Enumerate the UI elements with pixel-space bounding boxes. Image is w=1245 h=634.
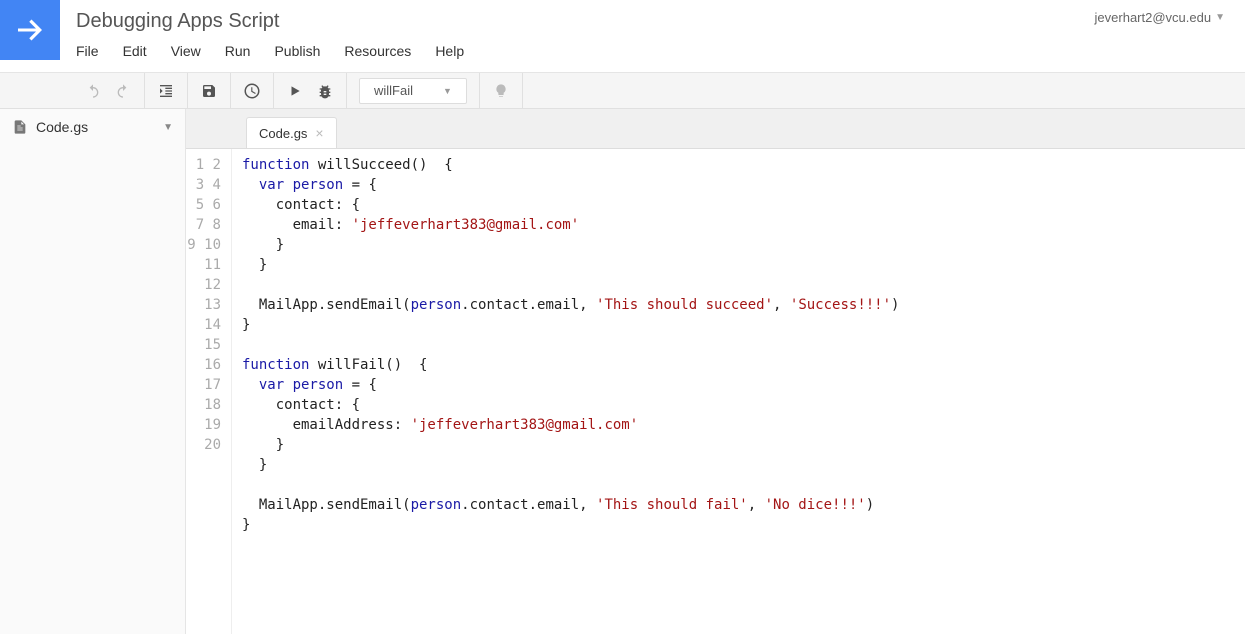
play-icon (288, 84, 302, 98)
file-icon (12, 119, 28, 135)
body: Code.gs ▼ Code.gs × 1 2 3 4 5 6 7 8 9 10… (0, 109, 1245, 634)
project-title[interactable]: Debugging Apps Script (76, 0, 1095, 39)
code-editor[interactable]: 1 2 3 4 5 6 7 8 9 10 11 12 13 14 15 16 1… (186, 149, 1245, 634)
toolbar: willFail ▼ (0, 73, 1245, 109)
clock-icon (243, 82, 261, 100)
caret-down-icon: ▼ (1215, 12, 1225, 23)
function-select[interactable]: willFail ▼ (359, 78, 467, 104)
close-icon[interactable]: × (315, 125, 323, 141)
indent-button[interactable] (151, 77, 181, 105)
caret-down-icon: ▼ (443, 86, 452, 96)
triggers-button[interactable] (237, 77, 267, 105)
apps-script-logo[interactable] (0, 0, 60, 60)
undo-icon (85, 83, 101, 99)
hint-button[interactable] (486, 77, 516, 105)
editor-tab[interactable]: Code.gs × (246, 117, 337, 148)
bug-icon (317, 83, 333, 99)
menu-publish[interactable]: Publish (274, 39, 332, 67)
redo-icon (115, 83, 131, 99)
menu-run[interactable]: Run (225, 39, 263, 67)
run-button[interactable] (280, 77, 310, 105)
sidebar-file-label: Code.gs (36, 119, 88, 135)
lightbulb-icon (493, 83, 509, 99)
indent-icon (158, 83, 174, 99)
undo-button[interactable] (78, 77, 108, 105)
function-selected-label: willFail (374, 83, 413, 98)
redo-button[interactable] (108, 77, 138, 105)
caret-down-icon: ▼ (163, 122, 173, 133)
menu-edit[interactable]: Edit (123, 39, 159, 67)
sidebar-file-item[interactable]: Code.gs ▼ (0, 109, 185, 145)
save-button[interactable] (194, 77, 224, 105)
menu-resources[interactable]: Resources (344, 39, 423, 67)
file-sidebar: Code.gs ▼ (0, 109, 186, 634)
code-content[interactable]: function willSucceed() { var person = { … (232, 149, 899, 634)
tab-label: Code.gs (259, 126, 307, 141)
account-email: jeverhart2@vcu.edu (1095, 10, 1212, 25)
debug-button[interactable] (310, 77, 340, 105)
menubar: File Edit View Run Publish Resources Hel… (76, 39, 1095, 67)
tab-strip: Code.gs × (186, 109, 1245, 149)
editor-area: Code.gs × 1 2 3 4 5 6 7 8 9 10 11 12 13 … (186, 109, 1245, 634)
menu-view[interactable]: View (171, 39, 213, 67)
menu-help[interactable]: Help (435, 39, 476, 67)
line-gutter: 1 2 3 4 5 6 7 8 9 10 11 12 13 14 15 16 1… (186, 149, 232, 634)
save-icon (201, 83, 217, 99)
header: Debugging Apps Script File Edit View Run… (0, 0, 1245, 73)
menu-file[interactable]: File (76, 39, 111, 67)
header-main: Debugging Apps Script File Edit View Run… (60, 0, 1095, 67)
arrow-right-icon (12, 12, 48, 48)
account-menu[interactable]: jeverhart2@vcu.edu ▼ (1095, 0, 1245, 25)
